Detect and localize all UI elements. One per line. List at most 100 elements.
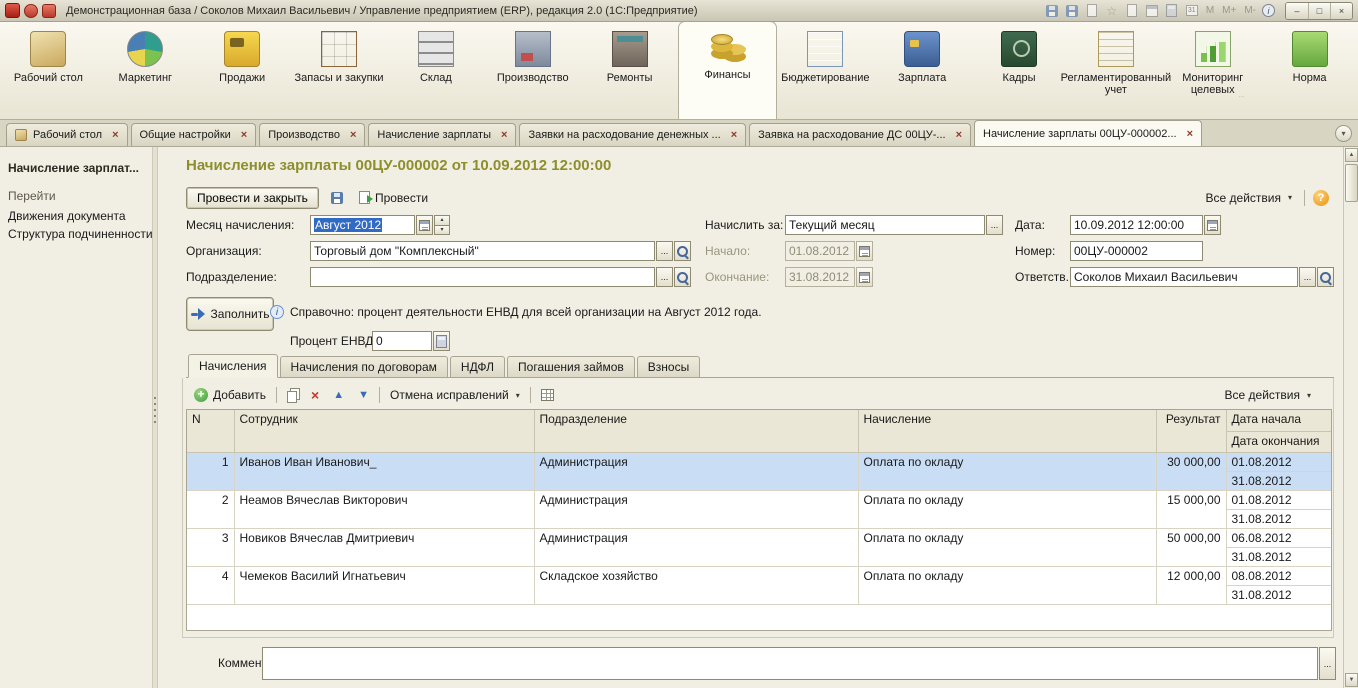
ribbon-section-warehouse[interactable]: Склад (387, 25, 484, 119)
add-row-button[interactable]: + Добавить (190, 386, 270, 404)
about-icon[interactable]: i (1262, 4, 1275, 17)
percent-envd-input[interactable]: 0 (372, 331, 432, 351)
post-and-close-button[interactable]: Провести и закрыть (186, 186, 319, 209)
ribbon-section-production[interactable]: Производство (484, 25, 581, 119)
memory-m-button[interactable]: M (1204, 5, 1216, 16)
delete-row-button[interactable]: × (307, 386, 323, 404)
all-actions-button[interactable]: Все действия ▾ (1202, 189, 1296, 207)
col-header-accrual[interactable]: Начисление (858, 410, 1157, 453)
tab-payroll-list[interactable]: Начисление зарплаты × (368, 123, 517, 146)
ribbon-section-purchases[interactable]: Запасы и закупки (291, 25, 388, 119)
department-input[interactable] (310, 267, 655, 287)
accrue-for-input[interactable]: Текущий месяц (785, 215, 985, 235)
save-document-button[interactable] (326, 187, 348, 208)
scrollbar-thumb[interactable] (1345, 164, 1358, 202)
close-icon[interactable]: × (112, 129, 118, 141)
table-row[interactable]: 1 Иванов Иван Иванович_ Администрация Оп… (187, 452, 1331, 491)
ribbon-section-normative[interactable]: Норма (1261, 25, 1358, 119)
scroll-up-icon[interactable]: ▲ (1345, 148, 1358, 162)
col-header-n[interactable]: N (187, 410, 235, 453)
tab-desktop[interactable]: Рабочий стол × (6, 123, 128, 146)
memory-mplus-button[interactable]: M+ (1220, 5, 1238, 16)
undo-corrections-button[interactable]: Отмена исправлений ▾ (386, 386, 524, 404)
clipboard-icon[interactable] (1084, 3, 1100, 19)
maximize-button[interactable]: □ (1308, 2, 1330, 19)
department-select-button[interactable]: ... (656, 267, 673, 287)
close-icon[interactable]: × (501, 129, 507, 141)
tab-general-settings[interactable]: Общие настройки × (130, 123, 257, 146)
spin-down-icon[interactable]: ▾ (434, 224, 450, 235)
link-icon[interactable] (1124, 3, 1140, 19)
responsible-open-button[interactable] (1317, 267, 1334, 287)
col-header-date-end[interactable]: Дата окончания (1226, 431, 1331, 453)
tab-accruals[interactable]: Начисления (188, 354, 278, 378)
number-input[interactable]: 00ЦУ-000002 (1070, 241, 1203, 261)
comment-expand-button[interactable]: ... (1319, 647, 1336, 680)
save-all-icon[interactable] (1064, 3, 1080, 19)
close-icon[interactable]: × (241, 129, 247, 141)
organization-select-button[interactable]: ... (656, 241, 673, 261)
calendar-day-icon[interactable]: 31 (1184, 3, 1200, 19)
grid-settings-button[interactable] (537, 387, 558, 403)
tab-cash-requests[interactable]: Заявки на расходование денежных ... × (519, 123, 747, 146)
responsible-select-button[interactable]: ... (1299, 267, 1316, 287)
begin-date-input[interactable]: 01.08.2012 (785, 241, 855, 261)
ribbon-section-salary[interactable]: Зарплата (874, 25, 971, 119)
close-icon[interactable]: × (1187, 128, 1193, 140)
scroll-down-icon[interactable]: ▼ (1345, 673, 1358, 687)
tab-loan-repayments[interactable]: Погашения займов (507, 356, 635, 377)
ribbon-section-kpi-monitoring[interactable]: Мониторинг целевых показателей (1164, 25, 1261, 119)
titlebar-red-icon-2[interactable] (42, 3, 56, 18)
begin-calendar-button[interactable] (856, 241, 873, 261)
col-header-employee[interactable]: Сотрудник (234, 410, 535, 453)
ribbon-section-repairs[interactable]: Ремонты (581, 25, 678, 119)
responsible-input[interactable]: Соколов Михаил Васильевич (1070, 267, 1298, 287)
ribbon-section-desktop[interactable]: Рабочий стол (0, 25, 97, 119)
calculator-icon[interactable] (1164, 3, 1180, 19)
vertical-scrollbar[interactable]: ▲ ▼ (1343, 147, 1358, 688)
calendar-icon[interactable] (1144, 3, 1160, 19)
move-row-up-button[interactable]: ▲ (329, 387, 348, 403)
date-input[interactable]: 10.09.2012 12:00:00 (1070, 215, 1203, 235)
col-header-result[interactable]: Результат (1156, 410, 1227, 453)
close-window-button[interactable]: × (1330, 2, 1352, 19)
close-icon[interactable]: × (350, 129, 356, 141)
comment-input[interactable] (262, 647, 1318, 680)
grid-all-actions-button[interactable]: Все действия ▾ (1221, 386, 1315, 404)
month-calendar-button[interactable] (416, 215, 433, 235)
accrue-for-select-button[interactable]: ... (986, 215, 1003, 235)
move-row-down-button[interactable]: ▼ (354, 387, 373, 403)
tab-production[interactable]: Производство × (259, 123, 366, 146)
ribbon-section-marketing[interactable]: Маркетинг (97, 25, 194, 119)
save-icon[interactable] (1044, 3, 1060, 19)
tab-cash-request-doc[interactable]: Заявка на расходование ДС 00ЦУ-... × (749, 123, 972, 146)
post-button[interactable]: Провести (355, 189, 432, 207)
col-header-department[interactable]: Подразделение (534, 410, 859, 453)
percent-calculator-button[interactable] (433, 331, 450, 351)
help-button[interactable]: ? (1313, 189, 1329, 206)
table-row[interactable]: 3 Новиков Вячеслав Дмитриевич Администра… (187, 528, 1331, 567)
ribbon-section-finance[interactable]: Финансы (678, 22, 777, 119)
department-open-button[interactable] (674, 267, 691, 287)
month-input[interactable]: Август 2012 (310, 215, 415, 235)
close-icon[interactable]: × (956, 129, 962, 141)
copy-row-button[interactable] (283, 386, 301, 405)
tab-ndfl[interactable]: НДФЛ (449, 356, 506, 377)
favorites-icon[interactable]: ☆ (1104, 3, 1120, 19)
tab-contributions[interactable]: Взносы (636, 356, 701, 377)
memory-mminus-button[interactable]: M- (1242, 5, 1258, 16)
end-calendar-button[interactable] (856, 267, 873, 287)
tab-contract-accruals[interactable]: Начисления по договорам (279, 356, 448, 377)
ribbon-section-hr[interactable]: Кадры (971, 25, 1068, 119)
ribbon-section-sales[interactable]: Продажи (194, 25, 291, 119)
sidebar-link-subordination-structure[interactable]: Структура подчиненности (8, 227, 153, 241)
date-calendar-button[interactable] (1204, 215, 1221, 235)
ribbon-section-budgeting[interactable]: Бюджетирование (777, 25, 874, 119)
end-date-input[interactable]: 31.08.2012 (785, 267, 855, 287)
table-row[interactable]: 2 Неамов Вячеслав Викторович Администрац… (187, 490, 1331, 529)
col-header-date-start[interactable]: Дата начала (1226, 410, 1331, 432)
titlebar-red-icon[interactable] (24, 3, 38, 18)
organization-open-button[interactable] (674, 241, 691, 261)
tab-list-dropdown-button[interactable]: ▾ (1335, 125, 1352, 142)
fill-button[interactable]: Заполнить (186, 297, 274, 331)
